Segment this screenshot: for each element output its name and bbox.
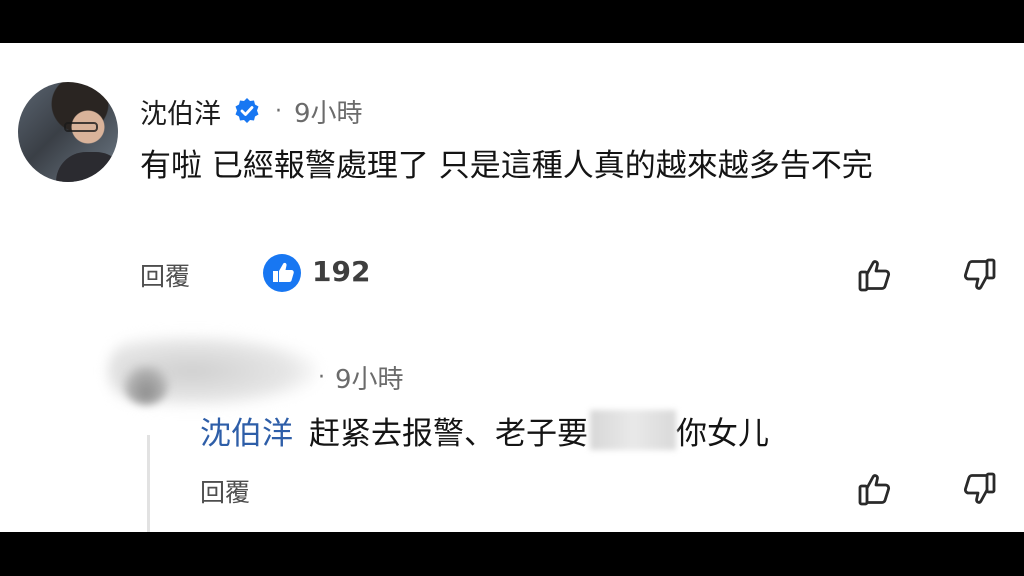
like-badge-icon[interactable]: [262, 253, 302, 293]
reply-actions: 回覆: [200, 469, 1000, 511]
meta-separator: ·: [318, 364, 325, 390]
comment-header: 沈伯洋 · 9小時: [140, 92, 363, 131]
author-name[interactable]: 沈伯洋: [140, 92, 221, 131]
comment-actions: 回覆 192: [140, 253, 1000, 295]
comment-time[interactable]: 9小時: [294, 93, 363, 130]
author-avatar[interactable]: [18, 82, 118, 182]
thumbs-down-icon[interactable]: [958, 469, 998, 509]
thumbs-down-icon[interactable]: [958, 255, 998, 295]
thumbs-up-icon[interactable]: [856, 469, 896, 509]
thread-line: [147, 435, 150, 532]
avatar-glasses: [64, 122, 98, 132]
letterbox-top: [0, 0, 1024, 43]
like-count: 192: [312, 255, 371, 288]
avatar-shirt: [56, 152, 118, 182]
reply-button[interactable]: 回覆: [200, 473, 250, 509]
reply-text-after: 你女儿: [676, 415, 769, 452]
reply-button[interactable]: 回覆: [140, 257, 190, 293]
mention-link[interactable]: 沈伯洋: [200, 408, 293, 453]
letterbox-bottom: [0, 532, 1024, 576]
comment-panel: 沈伯洋 · 9小時 有啦 已經報警處理了 只是這種人真的越來越多告不完 回覆 1…: [0, 43, 1024, 532]
reply-header: · 9小時: [318, 359, 404, 396]
thumbs-up-icon[interactable]: [856, 255, 896, 295]
verified-badge-icon: [233, 97, 261, 125]
reply-time[interactable]: 9小時: [335, 359, 404, 396]
comment-text: 有啦 已經報警處理了 只是這種人真的越來越多告不完: [140, 148, 873, 184]
meta-separator: ·: [275, 98, 282, 124]
redaction-blur: [590, 410, 676, 450]
reply-text: 沈伯洋 赶紧去报警、老子要 你女儿: [200, 407, 769, 453]
reply-text-before: 赶紧去报警、老子要: [309, 415, 588, 452]
